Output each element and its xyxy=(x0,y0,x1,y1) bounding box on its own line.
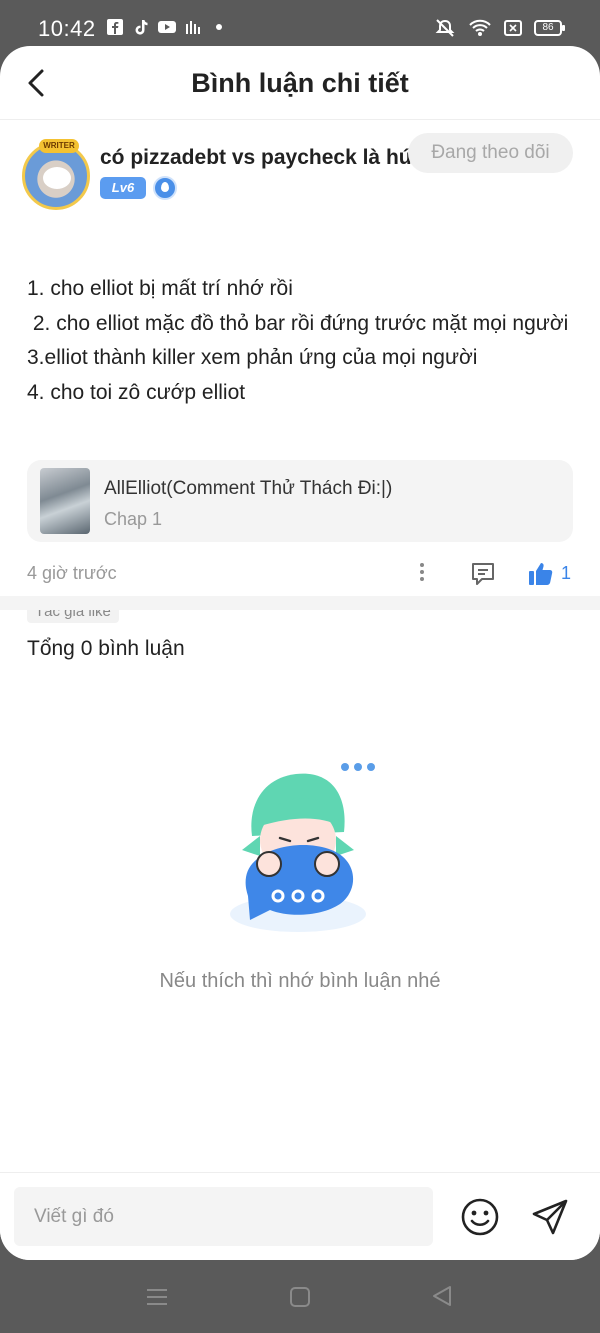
avatar[interactable]: WRITER xyxy=(22,139,90,210)
follow-button[interactable]: Đang theo dõi xyxy=(408,133,573,173)
youtube-icon xyxy=(158,21,176,33)
level-badge: Lv6 xyxy=(100,177,146,199)
avatar-face xyxy=(43,167,71,189)
header: Bình luận chi tiết xyxy=(0,46,600,120)
comment-line: 4. cho toi zô cướp elliot xyxy=(27,380,246,404)
comment-detail-sheet: Bình luận chi tiết WRITER có pizzadebt v… xyxy=(0,46,600,1260)
facebook-icon xyxy=(107,19,123,35)
section-divider xyxy=(0,596,600,610)
tiktok-icon xyxy=(135,20,148,35)
mute-icon xyxy=(435,19,455,37)
send-icon[interactable] xyxy=(530,1197,570,1237)
status-app-icons xyxy=(106,18,228,36)
writer-badge: WRITER xyxy=(39,139,79,153)
dot-icon xyxy=(216,24,222,30)
signal-app-icon xyxy=(186,21,200,34)
screen-record-icon xyxy=(504,20,522,36)
empty-state-text: Nếu thích thì nhớ bình luận nhé xyxy=(159,970,441,992)
like-count: 1 xyxy=(561,563,572,583)
comment-time: 4 giờ trước xyxy=(27,563,117,583)
story-title: AllElliot(Comment Thử Thách Đi:|) xyxy=(104,478,393,499)
empty-mascot-illustration xyxy=(230,763,375,932)
comment-text: 1. cho elliot bị mất trí nhớ rồi 2. cho … xyxy=(27,272,577,410)
status-system-icons: 86 xyxy=(434,18,565,38)
menu-icon[interactable] xyxy=(146,1287,168,1307)
more-icon[interactable] xyxy=(412,560,432,588)
vip-drop-icon xyxy=(153,176,177,200)
status-time: 10:42 xyxy=(38,16,96,41)
story-chapter: Chap 1 xyxy=(104,509,163,529)
nav-back-icon[interactable] xyxy=(430,1284,454,1308)
like-button[interactable]: 1 xyxy=(527,560,577,588)
emoji-icon[interactable] xyxy=(460,1197,500,1237)
reply-total: Tổng 0 bình luận xyxy=(27,637,185,660)
comment-icon[interactable] xyxy=(469,560,497,588)
comment-line: 3.elliot thành killer xem phản ứng của m… xyxy=(27,346,478,369)
comment-actions: 4 giờ trước 1 xyxy=(27,560,577,590)
wifi-icon xyxy=(469,19,491,36)
battery-indicator: 86 xyxy=(534,20,565,36)
page-title: Bình luận chi tiết xyxy=(191,68,409,98)
comment-input[interactable] xyxy=(14,1187,433,1246)
home-icon[interactable] xyxy=(289,1286,311,1308)
comment-line: 1. cho elliot bị mất trí nhớ rồi xyxy=(27,277,293,300)
comment-line: 2. cho elliot mặc đồ thỏ bar rồi đứng tr… xyxy=(27,311,569,335)
thumbs-up-icon xyxy=(529,563,553,585)
username[interactable]: có pizzadebt vs paycheck là hú xyxy=(100,146,430,170)
system-nav-bar xyxy=(0,1260,600,1333)
story-card[interactable]: AllElliot(Comment Thử Thách Đi:|) Chap 1 xyxy=(27,460,573,542)
comment-composer xyxy=(0,1172,600,1260)
story-cover-thumbnail xyxy=(40,468,90,534)
